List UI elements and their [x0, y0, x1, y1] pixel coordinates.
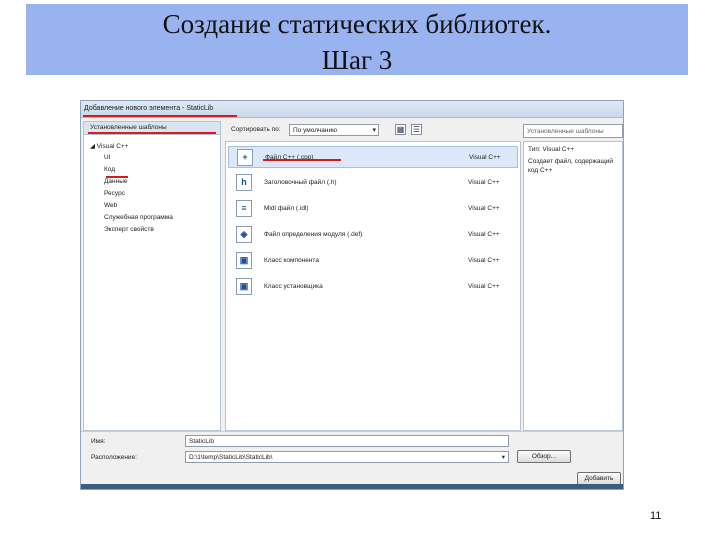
- header-file-icon: h: [236, 174, 252, 191]
- component-class-icon: ▣: [236, 252, 252, 269]
- template-row[interactable]: ▣ Класс компонента Visual C++: [228, 250, 518, 272]
- template-language: Visual C++: [468, 231, 500, 238]
- location-label: Расположение:: [91, 454, 137, 461]
- chevron-down-icon: ▾: [372, 127, 376, 134]
- tree-item[interactable]: Эксперт свойств: [104, 226, 154, 233]
- tree-item[interactable]: UI: [104, 154, 111, 161]
- item-underline: [263, 159, 341, 161]
- slide-title: Создание статических библиотек.: [162, 9, 552, 39]
- template-name: Класс установщика: [264, 283, 323, 290]
- details-type: Тип: Visual C++: [528, 146, 575, 153]
- slide-title-band: Создание статических библиотек. Шаг 3: [26, 4, 688, 75]
- template-row[interactable]: ▣ Класс установщика Visual C++: [228, 276, 518, 298]
- name-label: Имя:: [91, 438, 106, 445]
- template-language: Visual C++: [468, 179, 500, 186]
- template-name: Заголовочный файл (.h): [264, 179, 337, 186]
- search-input[interactable]: Установленные шаблоны: [523, 124, 623, 138]
- list-view-icon[interactable]: ☰: [411, 124, 422, 135]
- browse-button[interactable]: Обзор...: [517, 450, 571, 463]
- cpp-file-icon: +: [237, 149, 253, 166]
- header-underline: [88, 132, 216, 134]
- toolbar: Сортировать по: По умолчанию ▾ ▦ ☰ Устан…: [223, 121, 623, 141]
- dialog-title: Добавление нового элемента - StaticLib: [84, 105, 214, 112]
- page-number: 11: [650, 510, 662, 522]
- idl-file-icon: ≡: [236, 200, 252, 217]
- sort-select[interactable]: По умолчанию ▾: [289, 124, 379, 136]
- name-field[interactable]: StaticLib: [185, 435, 509, 447]
- medium-icons-view-icon[interactable]: ▦: [395, 124, 406, 135]
- installer-class-icon: ▣: [236, 278, 252, 295]
- template-row[interactable]: + Файл C++ (.cpp) Visual C++: [228, 146, 518, 168]
- template-name: Класс компонента: [264, 257, 319, 264]
- chevron-down-icon: ▾: [501, 454, 505, 461]
- title-underline: [83, 115, 237, 117]
- dialog-footer: Имя: StaticLib Расположение: D:\1\temp\S…: [81, 431, 623, 489]
- window-bottom-strip: [81, 484, 623, 489]
- template-name: Midl файл (.idl): [264, 205, 309, 212]
- details-description-2: код C++: [528, 167, 553, 174]
- tree-item[interactable]: Web: [104, 202, 117, 209]
- details-panel: Тип: Visual C++ Создает файл, содержащий…: [523, 141, 623, 431]
- tree-item[interactable]: ◢ Visual C++: [90, 142, 128, 150]
- template-row[interactable]: ◈ Файл определения модуля (.def) Visual C+…: [228, 224, 518, 246]
- sort-label: Сортировать по:: [231, 126, 281, 133]
- template-row[interactable]: h Заголовочный файл (.h) Visual C++: [228, 172, 518, 194]
- tree-item[interactable]: Служебная программа: [104, 214, 173, 221]
- templates-tree-panel: Установленные шаблоны ◢ Visual C++ UI Код Д…: [83, 121, 221, 431]
- template-name: Файл определения модуля (.def): [264, 231, 363, 238]
- template-row[interactable]: ≡ Midl файл (.idl) Visual C++: [228, 198, 518, 220]
- tree-item[interactable]: Данные: [104, 178, 127, 185]
- tree-item[interactable]: Код: [104, 166, 115, 173]
- templates-list: + Файл C++ (.cpp) Visual C++ h Заголовочный …: [225, 141, 521, 431]
- template-language: Visual C++: [469, 154, 501, 161]
- details-description: Создает файл, содержащий: [528, 158, 614, 165]
- add-new-item-dialog: Добавление нового элемента - StaticLib У…: [80, 100, 624, 490]
- slide-subtitle: Шаг 3: [321, 45, 393, 75]
- tree-item[interactable]: Ресурс: [104, 190, 125, 197]
- template-language: Visual C++: [468, 205, 500, 212]
- def-file-icon: ◈: [236, 226, 252, 243]
- template-language: Visual C++: [468, 283, 500, 290]
- location-select[interactable]: D:\1\temp\StaticLib\StaticLib\ ▾: [185, 451, 509, 463]
- template-language: Visual C++: [468, 257, 500, 264]
